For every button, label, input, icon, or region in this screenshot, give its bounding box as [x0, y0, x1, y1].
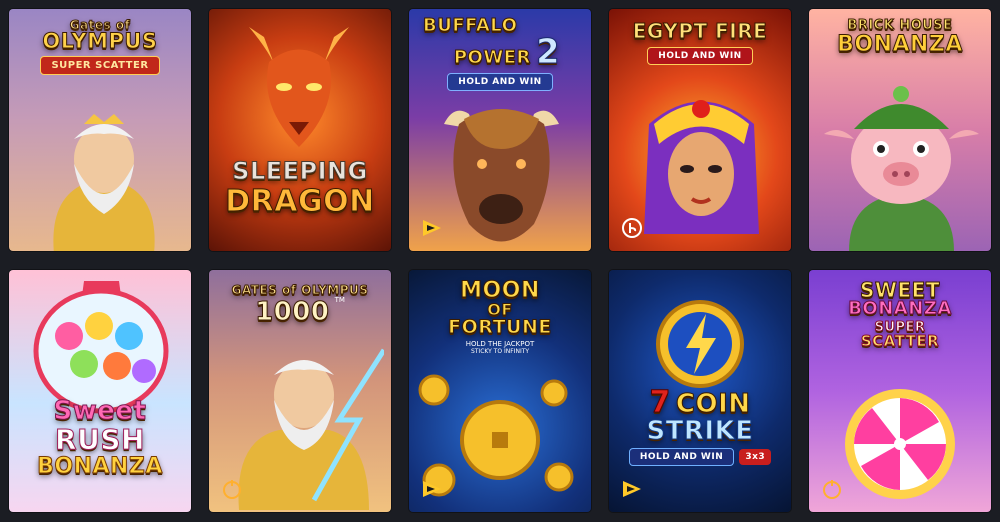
- title-line-2: OLYMPUS: [42, 29, 158, 53]
- game-tile-brick-house-bonanza[interactable]: BRICK HOUSE BONANZA: [809, 9, 991, 251]
- title-line-2: STRIKE: [646, 416, 754, 446]
- game-tile-gates-of-olympus-1000[interactable]: GATES of OLYMPUS 1000 TM: [209, 270, 391, 512]
- game-tile-gates-of-olympus-super-scatter[interactable]: Gates of OLYMPUS SUPER SCATTER: [9, 9, 191, 251]
- zeus-illustration: [53, 114, 155, 251]
- title-line-1: COIN: [675, 389, 751, 419]
- tile-title: BUFFALO POWER 2 HOLD AND WIN: [409, 15, 591, 91]
- title-line-3: BONANZA: [37, 454, 163, 479]
- game-tile-sweet-rush-bonanza[interactable]: Sweet RUSH BONANZA: [9, 270, 191, 512]
- booongo-logo-icon: [621, 217, 643, 239]
- title-line-1: EGYPT FIRE: [632, 19, 768, 43]
- title-line-3: FORTUNE: [448, 316, 552, 338]
- tile-title: 7 COIN STRIKE HOLD AND WIN 3x3: [609, 385, 791, 466]
- game-tile-sweet-bonanza-super-scatter[interactable]: SWEET BONANZA SUPER SCATTER: [809, 270, 991, 512]
- title-sub: HOLD AND WIN: [647, 47, 753, 65]
- cleopatra-illustration: [644, 100, 759, 234]
- title-sub-2: 3x3: [739, 449, 772, 465]
- title-sub-2: STICKY TO INFINITY: [470, 348, 530, 355]
- pragmatic-logo-icon: [821, 478, 843, 500]
- title-sub: SUPER SCATTER: [40, 56, 160, 75]
- title-sub: HOLD AND WIN: [628, 448, 735, 466]
- tile-title: SLEEPING DRAGON: [209, 157, 391, 219]
- title-sub-2: SCATTER: [860, 332, 940, 350]
- title-line-1: MOON: [460, 278, 540, 303]
- title-line-2: RUSH: [55, 423, 145, 456]
- title-line-1: BRICK HOUSE: [847, 18, 953, 33]
- pig-illustration: [824, 86, 979, 251]
- title-line-2: BONANZA: [848, 298, 952, 319]
- title-line-1: GATES of OLYMPUS: [231, 283, 369, 297]
- tile-title: Sweet RUSH BONANZA: [9, 396, 191, 479]
- title-line-1: SWEET: [860, 278, 940, 302]
- game-tile-moon-of-fortune[interactable]: MOON OF FORTUNE HOLD THE JACKPOT STICKY …: [409, 270, 591, 512]
- game-tile-coin-strike[interactable]: 7 COIN STRIKE HOLD AND WIN 3x3: [609, 270, 791, 512]
- game-tile-buffalo-power-2[interactable]: BUFFALO POWER 2 HOLD AND WIN: [409, 9, 591, 251]
- pragmatic-logo-icon: [221, 478, 243, 500]
- playson-logo-icon: [421, 478, 443, 500]
- tile-title: EGYPT FIRE HOLD AND WIN: [609, 21, 791, 65]
- gumball-machine-illustration: [33, 281, 169, 414]
- game-tile-egypt-fire[interactable]: EGYPT FIRE HOLD AND WIN: [609, 9, 791, 251]
- buffalo-illustration: [444, 109, 559, 242]
- tile-title: SWEET BONANZA SUPER SCATTER: [809, 278, 991, 350]
- playson-logo-icon: [421, 217, 443, 239]
- trademark: TM: [334, 296, 345, 304]
- tile-title: BRICK HOUSE BONANZA: [809, 18, 991, 57]
- tile-title: GATES of OLYMPUS 1000 TM: [209, 283, 391, 327]
- title-line-2: DRAGON: [225, 184, 375, 219]
- game-grid: Gates of OLYMPUS SUPER SCATTER SLEEPING …: [0, 0, 1000, 522]
- title-sub: HOLD THE JACKPOT: [465, 340, 535, 348]
- game-tile-sleeping-dragon[interactable]: SLEEPING DRAGON: [209, 9, 391, 251]
- title-line-2: POWER: [453, 47, 531, 68]
- title-number: 7: [649, 385, 671, 420]
- tile-title: MOON OF FORTUNE HOLD THE JACKPOT STICKY …: [409, 278, 591, 355]
- title-number: 2: [535, 32, 561, 72]
- title-line-2: BONANZA: [837, 32, 963, 57]
- lollipop-illustration: [845, 389, 955, 499]
- zeus-lightning-illustration: [238, 348, 384, 510]
- dragon-illustration: [249, 27, 349, 147]
- title-line-1: SLEEPING: [232, 157, 368, 185]
- title-line-2: 1000: [255, 297, 330, 327]
- title-line-1: BUFFALO: [423, 15, 518, 36]
- title-sub: HOLD AND WIN: [447, 73, 553, 91]
- playson-logo-icon: [621, 478, 643, 500]
- lightning-coin-illustration: [656, 300, 744, 388]
- tile-title: Gates of OLYMPUS SUPER SCATTER: [9, 19, 191, 75]
- title-line-1: Sweet: [53, 396, 147, 426]
